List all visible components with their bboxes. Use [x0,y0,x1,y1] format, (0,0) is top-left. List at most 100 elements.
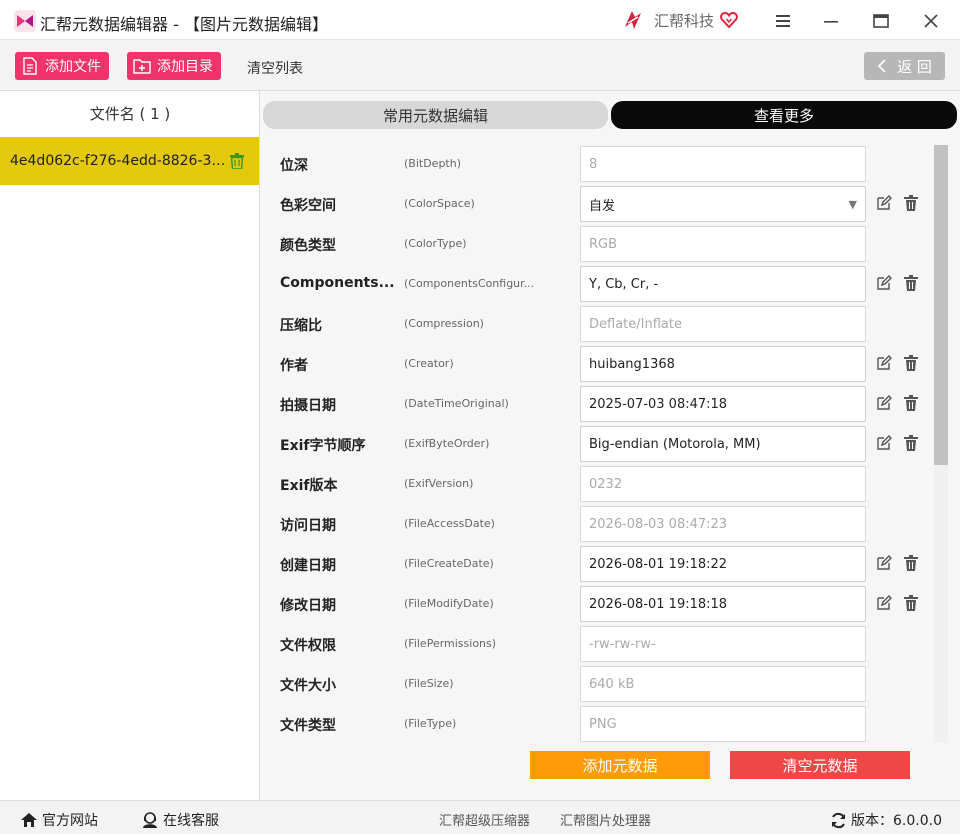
metadata-value: 自发 [589,198,616,214]
metadata-value-field[interactable]: -rw-rw-rw- [580,626,866,662]
official-website-link[interactable]: 官方网站 [20,810,98,830]
metadata-key: (DateTimeOriginal) [404,397,509,410]
metadata-key: (FileAccessDate) [404,517,495,530]
toolbar: 添加文件 添加目录 清空列表 [0,40,960,91]
back-button[interactable]: 返 回 [864,52,945,80]
metadata-value: -rw-rw-rw- [589,636,656,652]
metadata-value-field[interactable]: RGB [580,226,866,262]
metadata-row: 修改日期 (FileModifyDate) 2026-08-01 19:18:18 [260,586,940,622]
metadata-key: (FileModifyDate) [404,597,494,610]
official-website-label: 官方网站 [42,813,98,829]
image-processor-link[interactable]: 汇帮图片处理器 [560,810,651,829]
version-info[interactable]: 版本：6.0.0.0 [830,810,942,830]
metadata-value: RGB [589,236,618,252]
online-support-label: 在线客服 [163,813,219,829]
edit-icon[interactable] [876,555,892,571]
edit-icon[interactable] [876,195,892,211]
chevron-down-icon: ▼ [848,198,857,211]
delete-file-icon[interactable] [230,153,244,169]
trash-icon[interactable] [904,555,918,571]
status-bar: 官方网站 在线客服 汇帮超级压缩器 汇帮图片处理器 版本：6.0.0.0 [0,800,960,834]
add-file-button[interactable]: 添加文件 [15,52,109,80]
metadata-row: 压缩比 (Compression) Deflate/Inflate [260,306,940,342]
close-icon [924,14,938,28]
trash-icon[interactable] [904,275,918,291]
metadata-value: Y, Cb, Cr, - [589,276,659,292]
metadata-label: 文件权限 [280,638,336,654]
clear-metadata-button[interactable]: 清空元数据 [730,751,910,779]
trash-icon[interactable] [904,195,918,211]
title-bar: 汇帮元数据编辑器 - 【图片元数据编辑】 汇帮科技 [0,0,960,40]
trash-icon[interactable] [904,435,918,451]
metadata-label: 色彩空间 [280,198,336,214]
minimize-button[interactable] [818,8,844,34]
tab-view-more[interactable]: 查看更多 [611,101,957,129]
clear-list-button[interactable]: 清空列表 [247,58,303,78]
maximize-button[interactable] [868,8,894,34]
online-support-link[interactable]: 在线客服 [141,810,219,830]
metadata-row: Components... (ComponentsConfigur... Y, Cb… [260,266,940,302]
metadata-value-field[interactable]: huibang1368 [580,346,866,382]
close-button[interactable] [918,8,944,34]
add-file-icon [23,57,37,75]
heart-icon[interactable] [720,11,738,29]
metadata-label: Exif字节顺序 [280,438,366,454]
metadata-row: 创建日期 (FileCreateDate) 2026-08-01 19:18:22 [260,546,940,582]
tab-common-metadata[interactable]: 常用元数据编辑 [263,101,608,129]
window-title: 汇帮元数据编辑器 - 【图片元数据编辑】 [40,15,328,34]
app-logo-icon [14,10,36,32]
add-file-label: 添加文件 [45,59,101,75]
metadata-value-field[interactable]: PNG [580,706,866,742]
metadata-panel: 常用元数据编辑 查看更多 位深 (BitDepth) 8 色彩空间 (ColorSpac… [260,91,960,800]
metadata-value-field[interactable]: 2026-08-01 19:18:18 [580,586,866,622]
metadata-value-field[interactable]: 2026-08-01 19:18:22 [580,546,866,582]
metadata-value-field[interactable]: Big-endian (Motorola, MM) [580,426,866,462]
menu-button[interactable] [770,8,796,34]
edit-icon[interactable] [876,435,892,451]
metadata-select[interactable]: 自发 ▼ [580,186,866,222]
metadata-value-field[interactable]: 0232 [580,466,866,502]
metadata-row: 位深 (BitDepth) 8 [260,146,940,182]
metadata-value: 640 kB [589,676,635,692]
metadata-value-field[interactable]: 2025-07-03 08:47:18 [580,386,866,422]
metadata-value-field[interactable]: 8 [580,146,866,182]
edit-icon[interactable] [876,395,892,411]
metadata-value: PNG [589,716,617,732]
trash-icon[interactable] [904,595,918,611]
metadata-label: 文件类型 [280,718,336,734]
home-icon [21,813,37,827]
metadata-value: Deflate/Inflate [589,316,682,332]
compressor-link[interactable]: 汇帮超级压缩器 [439,810,530,829]
add-folder-button[interactable]: 添加目录 [127,52,221,80]
metadata-value: 2026-08-01 19:18:18 [589,596,728,612]
metadata-row: 拍摄日期 (DateTimeOriginal) 2025-07-03 08:47:1… [260,386,940,422]
brand-name: 汇帮科技 [654,11,715,30]
metadata-key: (ExifByteOrder) [404,437,490,450]
metadata-label: Components... [280,275,395,291]
metadata-key: (FileType) [404,717,457,730]
metadata-label: 修改日期 [280,598,336,614]
trash-icon[interactable] [904,355,918,371]
edit-icon[interactable] [876,275,892,291]
metadata-value-field[interactable]: Y, Cb, Cr, - [580,266,866,302]
metadata-key: (ColorType) [404,237,467,250]
brand-logo-icon [625,11,641,29]
file-list-item[interactable]: 4e4d062c-f276-4edd-8826-3be3... [0,137,259,185]
add-metadata-button[interactable]: 添加元数据 [530,751,710,779]
trash-icon[interactable] [904,395,918,411]
chevron-left-icon [877,59,886,73]
edit-icon[interactable] [876,595,892,611]
version-label: 版本：6.0.0.0 [851,813,942,829]
metadata-value-field[interactable]: Deflate/Inflate [580,306,866,342]
metadata-label: 创建日期 [280,558,336,574]
minimize-icon [824,21,838,23]
maximize-icon [873,14,889,28]
brand[interactable]: 汇帮科技 [622,8,738,32]
metadata-row: 访问日期 (FileAccessDate) 2026-08-03 08:47:23 [260,506,940,542]
metadata-value-field[interactable]: 2026-08-03 08:47:23 [580,506,866,542]
metadata-label: 访问日期 [280,518,336,534]
scrollbar-thumb[interactable] [934,145,948,465]
metadata-value-field[interactable]: 640 kB [580,666,866,702]
edit-icon[interactable] [876,355,892,371]
metadata-row: Exif版本 (ExifVersion) 0232 [260,466,940,502]
